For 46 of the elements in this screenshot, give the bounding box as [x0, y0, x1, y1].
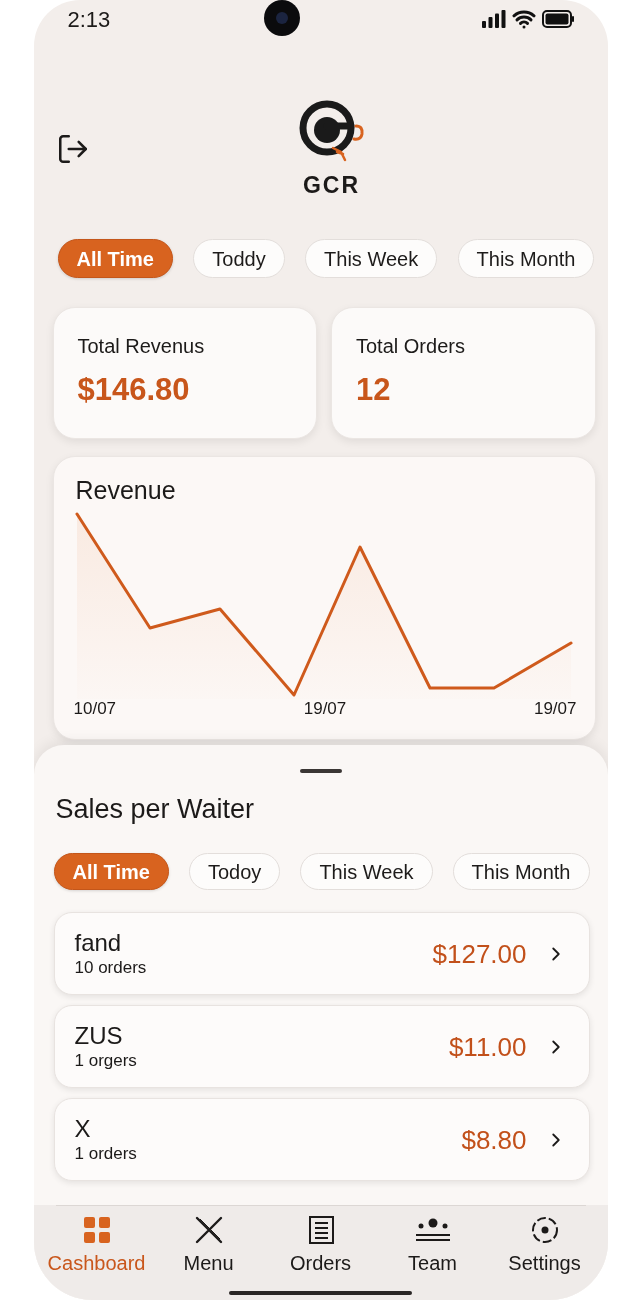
crossed-sticks-icon: [194, 1216, 223, 1244]
stat-value: $146.80: [77, 372, 190, 408]
nav-tab[interactable]: Orders: [264, 1216, 377, 1275]
battery-icon: [541, 10, 574, 28]
camera-hole-icon: [263, 0, 300, 36]
waiter-amount: $11.00: [448, 1031, 527, 1062]
period-filter-tab[interactable]: Todoy: [189, 853, 281, 890]
period-filter-tab[interactable]: This Month: [452, 853, 590, 890]
sheet-handle[interactable]: [299, 769, 342, 773]
order-count: 10 orders: [74, 958, 147, 978]
logo-text: GCR: [302, 172, 361, 198]
waiter-row[interactable]: X 1 orders $8.80: [53, 1098, 590, 1181]
period-filter-tab[interactable]: All Time: [53, 853, 169, 890]
grid-icon: [82, 1216, 111, 1244]
waiter-name: X: [74, 1115, 91, 1143]
x-axis-label: 10/07: [73, 699, 117, 719]
nav-tab[interactable]: Team: [376, 1216, 489, 1275]
waiter-amount: $8.80: [461, 1124, 527, 1155]
logo-icon: [298, 100, 365, 162]
period-filter-tab[interactable]: This Week: [305, 239, 438, 278]
waiter-row[interactable]: ZUS 1 orgers $11.00: [53, 1005, 590, 1088]
x-axis-label: 19/07: [533, 699, 577, 719]
signal-icon: [481, 10, 506, 28]
waiter-name: fand: [74, 929, 122, 957]
nav-tab[interactable]: Cashboard: [40, 1216, 153, 1275]
order-count: 1 orders: [74, 1144, 137, 1164]
settings-icon: [530, 1216, 559, 1244]
stat-label: Total Orders: [356, 334, 465, 358]
x-axis-label: 19/07: [303, 699, 347, 719]
period-filter-tab[interactable]: This Week: [300, 853, 433, 890]
stat-label: Total Revenus: [77, 334, 205, 358]
order-count: 1 orgers: [74, 1051, 137, 1071]
list-icon: [306, 1216, 335, 1244]
waiter-amount: $127.00: [432, 938, 527, 969]
waiter-row[interactable]: fand 10 orders $127.00: [53, 912, 590, 995]
chart-title: Revenue: [75, 475, 176, 505]
section-title: Sales per Waiter: [54, 793, 256, 825]
waiter-name: ZUS: [74, 1022, 123, 1050]
period-filter-tab[interactable]: Toddy: [193, 239, 285, 278]
status-time: 2:13: [67, 5, 112, 34]
nav-tab[interactable]: Settings: [488, 1216, 601, 1275]
period-filter-tab[interactable]: This Month: [457, 239, 595, 278]
period-filter-tab[interactable]: All Time: [57, 239, 173, 278]
people-icon: [414, 1216, 451, 1244]
nav-tab[interactable]: Menu: [152, 1216, 265, 1275]
stat-value: 12: [356, 372, 391, 408]
